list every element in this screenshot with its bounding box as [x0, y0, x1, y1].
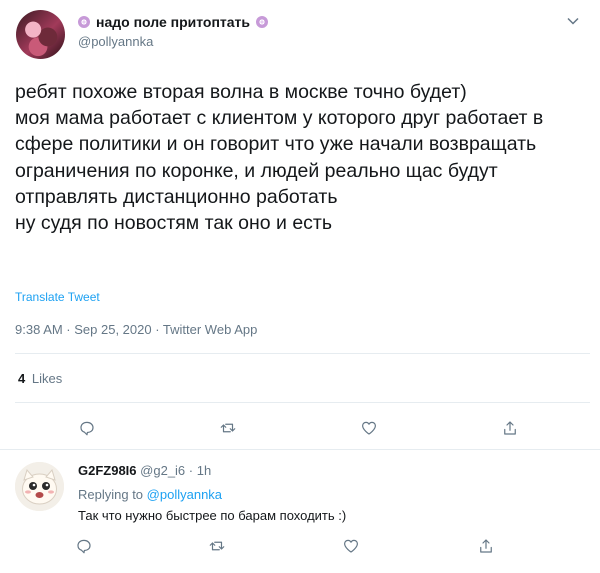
reply-button[interactable]: [73, 535, 95, 557]
tweet-timestamp[interactable]: 9:38 AM · Sep 25, 2020 · Twitter Web App: [15, 322, 257, 337]
chevron-down-icon[interactable]: [566, 14, 580, 28]
divider: [0, 449, 600, 450]
retweet-button[interactable]: [206, 535, 228, 557]
likes-stat[interactable]: 4 Likes: [18, 371, 62, 386]
like-button[interactable]: [358, 417, 380, 439]
divider: [15, 402, 590, 403]
share-icon: [480, 539, 492, 553]
retweet-icon: [209, 541, 225, 551]
replying-to: Replying to @pollyannka: [78, 487, 222, 502]
reply-actions: [0, 535, 600, 557]
reply-author[interactable]: G2FZ98I6 @g2_i6 · 1h: [78, 463, 211, 478]
heart-icon: [362, 421, 376, 435]
tweet-text: ребят похоже вторая волна в москве точно…: [15, 81, 544, 235]
share-icon: [504, 421, 516, 435]
reply-handle-time[interactable]: @g2_i6 · 1h: [140, 463, 211, 478]
reply-avatar[interactable]: [15, 462, 64, 511]
swirl-icon: [256, 16, 269, 28]
handle[interactable]: @pollyannka: [78, 34, 153, 49]
swirl-icon: [78, 16, 90, 28]
comment-icon: [80, 421, 94, 436]
retweet-icon: [220, 423, 236, 433]
likes-count: 4: [18, 371, 26, 386]
heart-icon: [344, 539, 358, 553]
replying-handle-link[interactable]: @pollyannka: [147, 487, 222, 502]
display-name[interactable]: надо поле притоптать: [96, 14, 250, 30]
divider: [15, 353, 590, 354]
like-button[interactable]: [340, 535, 362, 557]
reply-display-name[interactable]: G2FZ98I6: [78, 463, 137, 478]
translate-link[interactable]: Translate Tweet: [15, 290, 100, 304]
share-button[interactable]: [499, 417, 521, 439]
tweet-author[interactable]: надо поле притоптать: [78, 14, 269, 30]
share-button[interactable]: [475, 535, 497, 557]
retweet-button[interactable]: [217, 417, 239, 439]
replying-prefix: Replying to: [78, 487, 144, 502]
reply-text: Так что нужно быстрее по барам походить …: [78, 508, 347, 523]
tweet-actions: [0, 417, 600, 439]
likes-label: Likes: [31, 371, 63, 386]
comment-icon: [77, 539, 91, 554]
avatar[interactable]: [16, 10, 65, 59]
reply-button[interactable]: [76, 417, 98, 439]
